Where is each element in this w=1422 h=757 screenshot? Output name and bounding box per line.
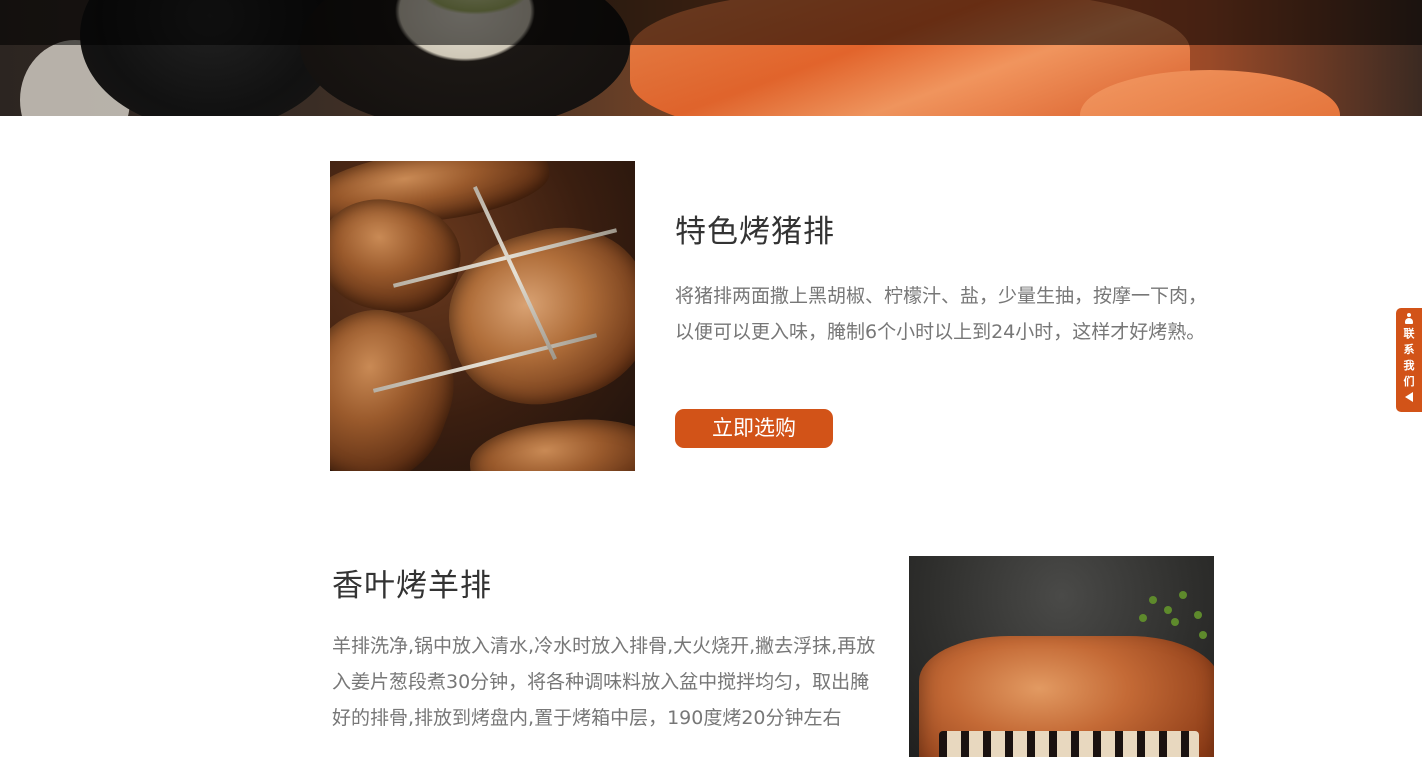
meat-shape: [466, 412, 635, 471]
herb-leaf: [1164, 606, 1172, 614]
herb-leaf: [1194, 611, 1202, 619]
herb-leaf: [1139, 614, 1147, 622]
person-icon: [1404, 313, 1414, 325]
herb-leaf: [1199, 631, 1207, 639]
product-description: 将猪排两面撒上黑胡椒、柠檬汁、盐，少量生抽，按摩一下肉，以便可以更入味，腌制6个…: [675, 285, 1208, 343]
product-title: 特色烤猪排: [675, 214, 835, 250]
top-nav-bar: [0, 0, 1422, 45]
herb-leaf: [1179, 591, 1187, 599]
arrow-left-icon: [1405, 392, 1413, 402]
product-image-lamb-ribs: [909, 556, 1214, 757]
buy-now-button[interactable]: 立即选购: [675, 409, 833, 448]
rib-bones-shape: [939, 731, 1199, 757]
herb-leaf: [1171, 618, 1179, 626]
hero-banner: [0, 0, 1422, 116]
product-description: 羊排洗净,锅中放入清水,冷水时放入排骨,大火烧开,撇去浮抹,再放入姜片葱段煮30…: [332, 635, 876, 729]
contact-us-tab[interactable]: 联系我们: [1396, 308, 1422, 412]
herb-leaf: [1149, 596, 1157, 604]
product-image-pork-ribs: [330, 161, 635, 471]
product-title: 香叶烤羊排: [332, 568, 492, 604]
contact-us-label: 联系我们: [1403, 327, 1415, 388]
